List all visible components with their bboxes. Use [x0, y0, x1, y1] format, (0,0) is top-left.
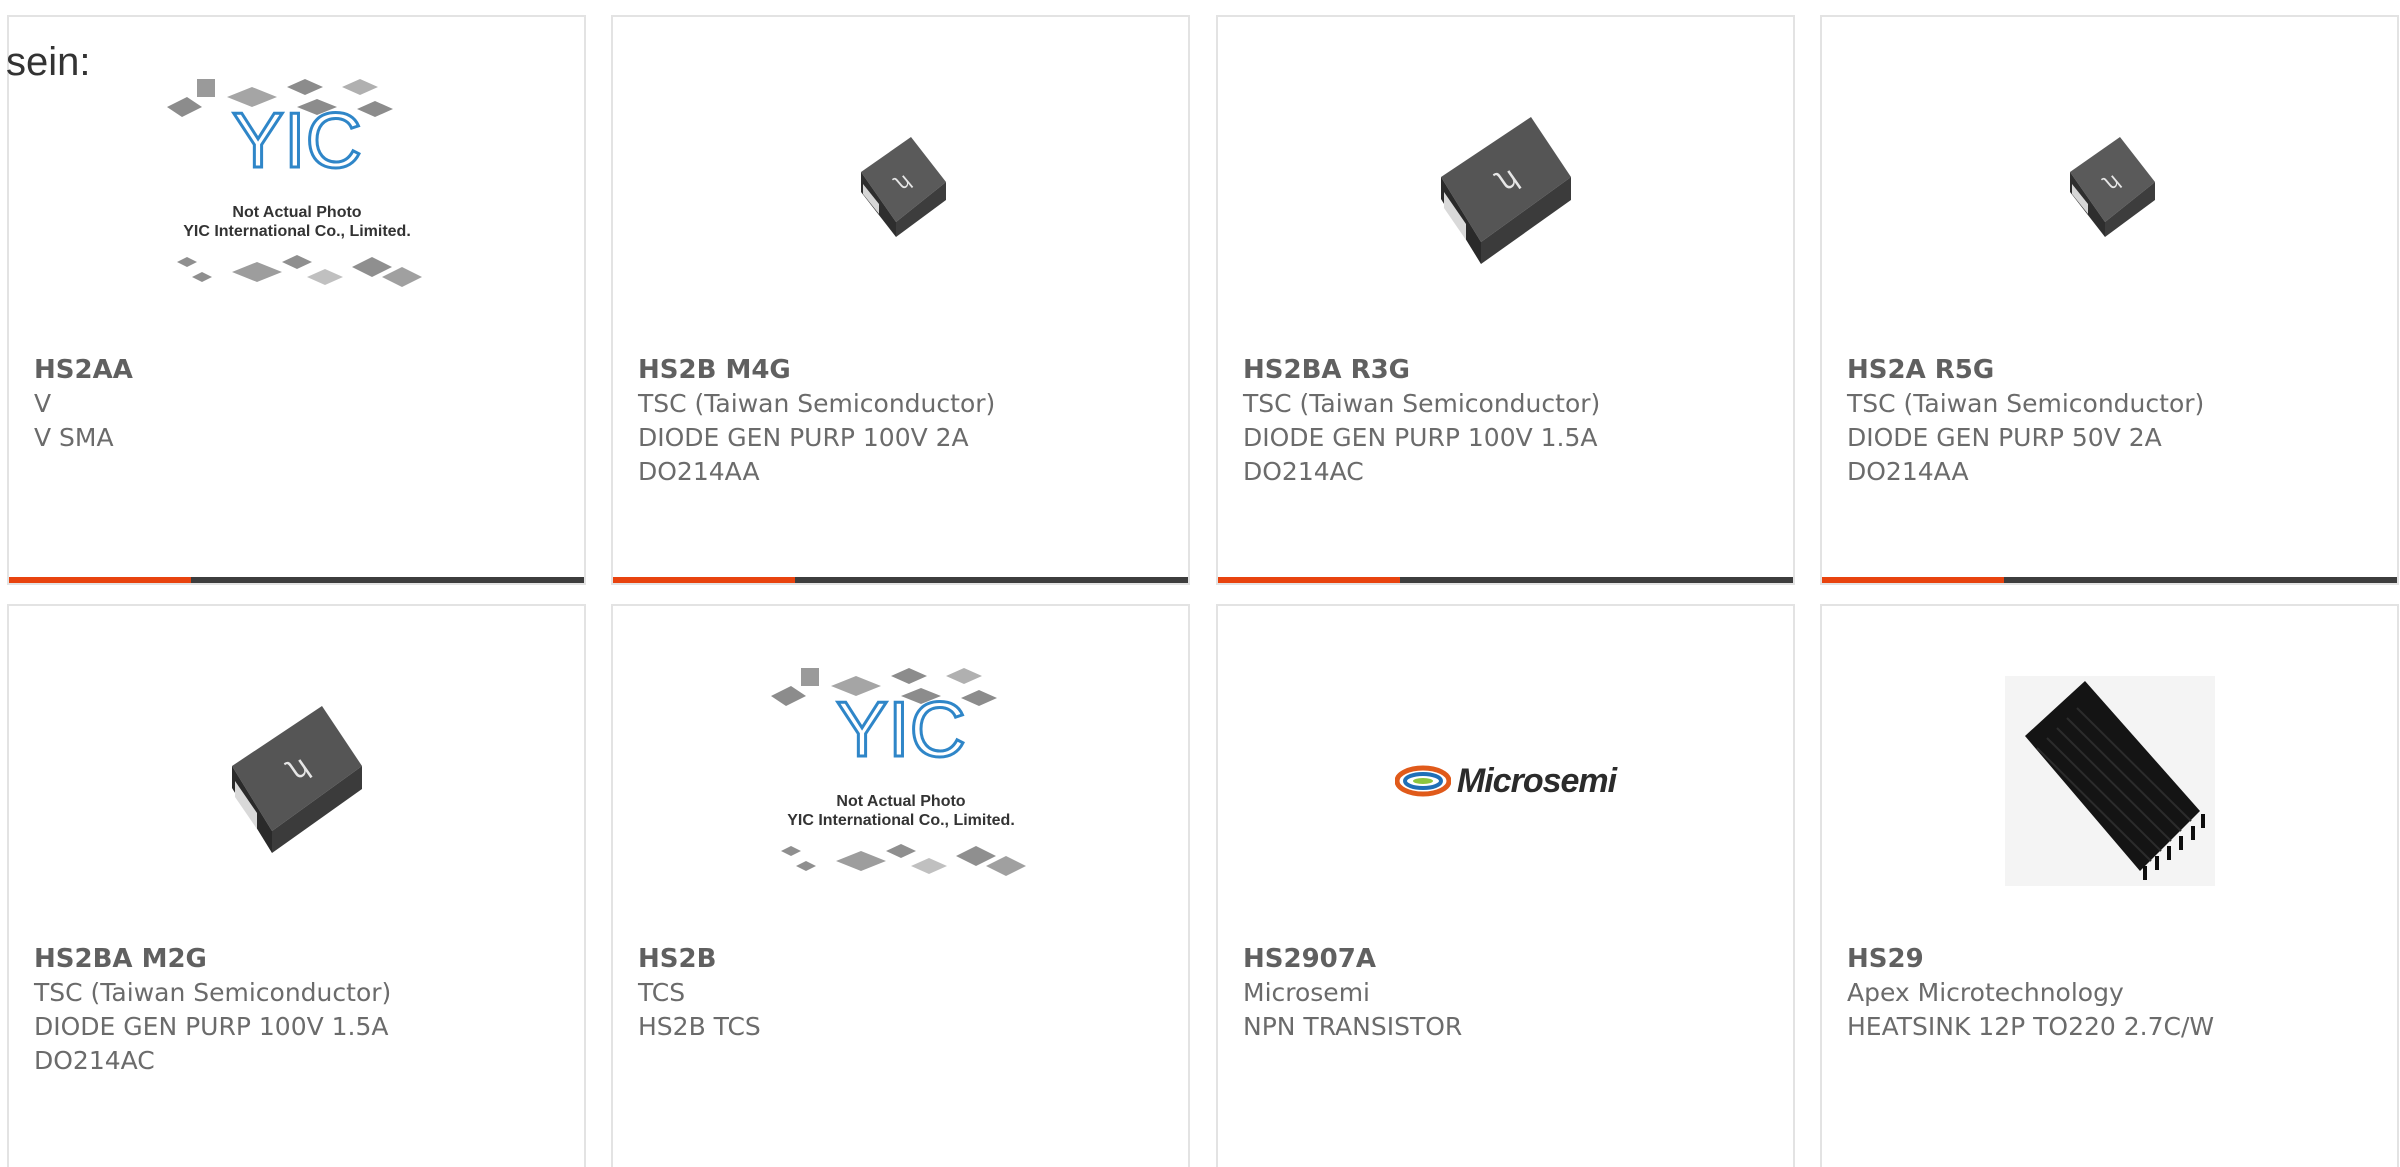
product-image[interactable]: ʮ [613, 17, 1188, 367]
description: DIODE GEN PURP 100V 1.5A [1243, 423, 1598, 452]
description: DIODE GEN PURP 100V 1.5A [34, 1012, 389, 1041]
part-number[interactable]: HS2A R5G [1847, 353, 2387, 387]
manufacturer: TSC (Taiwan Semiconductor) [1243, 389, 1601, 418]
product-image[interactable]: ʮ [9, 606, 584, 956]
package: DO214AA [1847, 457, 1969, 486]
microsemi-swirl-icon [1394, 765, 1451, 797]
intro-text: sein: [6, 40, 91, 84]
manufacturer: TSC (Taiwan Semiconductor) [34, 978, 392, 1007]
microsemi-logo: Microsemi [1394, 761, 1617, 801]
part-number[interactable]: HS2B [638, 942, 1178, 976]
product-card-hs2b-m4g[interactable]: ʮ HS2B M4G TSC (Taiwan Semiconductor) DI… [611, 15, 1190, 585]
product-image[interactable] [1822, 606, 2397, 956]
product-card-hs29[interactable]: HS29 Apex Microtechnology HEATSINK 12P T… [1820, 604, 2399, 1167]
product-card-hs2a-r5g[interactable]: ʮ HS2A R5G TSC (Taiwan Semiconductor) DI… [1820, 15, 2399, 585]
manufacturer: V [34, 389, 52, 418]
diode-package-image: ʮ [860, 137, 946, 237]
part-number[interactable]: HS2907A [1243, 942, 1783, 976]
yic-logo: YIC [231, 96, 361, 184]
description: DIODE GEN PURP 50V 2A [1847, 423, 2162, 452]
heatsink-image [2004, 676, 2215, 886]
product-image[interactable]: YIC Not Actual Photo YIC International C… [613, 606, 1188, 956]
diode-package-image: ʮ [231, 706, 362, 853]
package: DO214AC [34, 1046, 155, 1075]
manufacturer: Apex Microtechnology [1847, 978, 2124, 1007]
manufacturer: Microsemi [1243, 978, 1370, 1007]
description: HS2B TCS [638, 1012, 761, 1041]
description: DIODE GEN PURP 100V 2A [638, 423, 969, 452]
yic-placeholder-image: YIC Not Actual Photo YIC International C… [770, 668, 1026, 876]
product-image[interactable]: YIC Not Actual Photo YIC International C… [9, 17, 584, 367]
product-card-hs2ba-m2g[interactable]: ʮ HS2BA M2G TSC (Taiwan Semiconductor) D… [7, 604, 586, 1167]
manufacturer: TSC (Taiwan Semiconductor) [638, 389, 996, 418]
part-number[interactable]: HS2B M4G [638, 353, 1178, 387]
part-number[interactable]: HS2BA M2G [34, 942, 574, 976]
description: NPN TRANSISTOR [1243, 1012, 1463, 1041]
card-accent-bar [613, 577, 1188, 583]
card-accent-bar [1822, 577, 2397, 583]
part-number[interactable]: HS2BA R3G [1243, 353, 1783, 387]
package: DO214AA [638, 457, 760, 486]
description: HEATSINK 12P TO220 2.7C/W [1847, 1012, 2215, 1041]
card-accent-bar [9, 577, 584, 583]
yic-placeholder-image: YIC Not Actual Photo YIC International C… [166, 79, 422, 287]
manufacturer: TCS [638, 978, 686, 1007]
part-number[interactable]: HS29 [1847, 942, 2387, 976]
placeholder-line1: Not Actual Photo [232, 204, 361, 221]
manufacturer: TSC (Taiwan Semiconductor) [1847, 389, 2205, 418]
placeholder-line2: YIC International Co., Limited. [183, 223, 411, 240]
microsemi-logo-text: Microsemi [1456, 761, 1617, 800]
product-card-hs2ba-r3g[interactable]: ʮ HS2BA R3G TSC (Taiwan Semiconductor) D… [1216, 15, 1795, 585]
product-card-hs2b[interactable]: YIC Not Actual Photo YIC International C… [611, 604, 1190, 1167]
yic-logo: YIC [835, 685, 965, 773]
card-accent-bar [1218, 577, 1793, 583]
product-image[interactable]: ʮ [1218, 17, 1793, 367]
product-card-hs2907a[interactable]: Microsemi HS2907A Microsemi NPN TRANSIST… [1216, 604, 1795, 1167]
placeholder-line2: YIC International Co., Limited. [787, 812, 1015, 829]
product-image[interactable]: ʮ [1822, 17, 2397, 367]
part-number[interactable]: HS2AA [34, 353, 574, 387]
diode-package-image: ʮ [1440, 117, 1571, 264]
package: DO214AC [1243, 457, 1364, 486]
product-card-hs2aa[interactable]: YIC Not Actual Photo YIC International C… [7, 15, 586, 585]
diode-package-image: ʮ [2069, 137, 2155, 237]
placeholder-line1: Not Actual Photo [836, 793, 965, 810]
description: V SMA [34, 423, 114, 452]
product-image[interactable]: Microsemi [1218, 606, 1793, 956]
